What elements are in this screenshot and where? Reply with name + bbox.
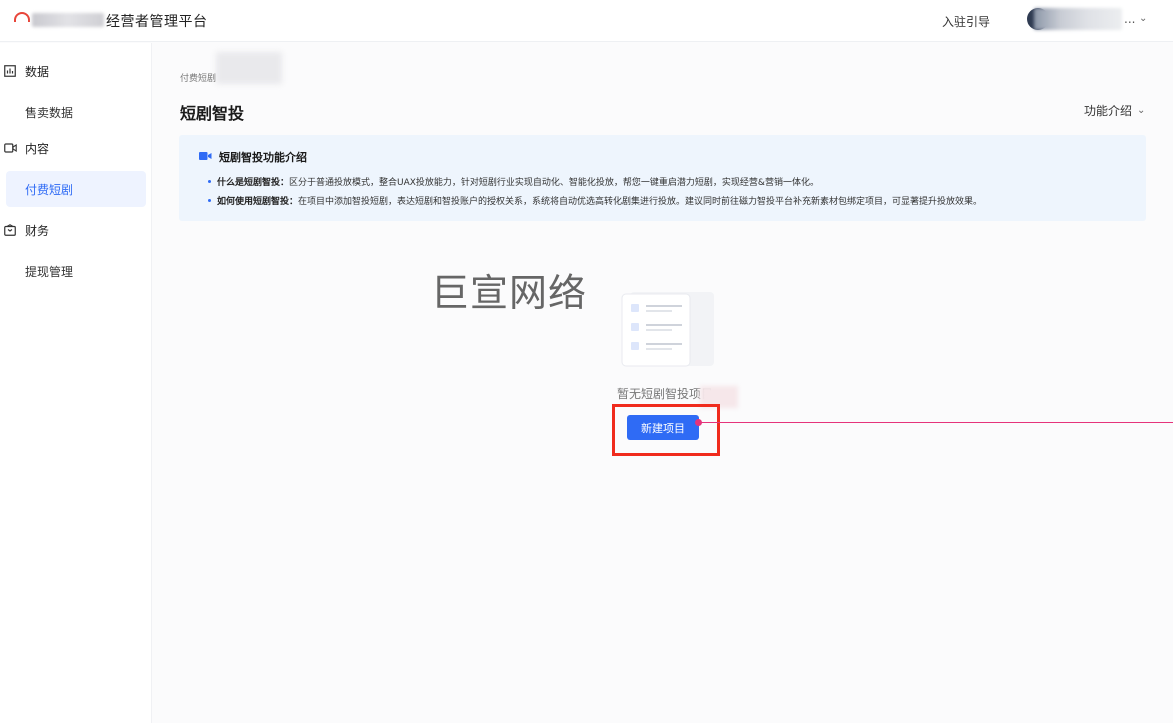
annotation-highlight-box: [612, 404, 720, 456]
video-camera-icon: [199, 151, 212, 164]
annotation-pointer-dot: [695, 419, 702, 426]
sidebar-group-label: 财务: [25, 223, 50, 238]
top-bar: 经营者管理平台 入驻引导 ... ⌄: [0, 0, 1173, 42]
notice-key: 什么是短剧智投：: [217, 178, 290, 188]
empty-state-text: 暂无短剧智投项目: [617, 387, 714, 401]
notice-line-how: 如何使用短剧智投：在项目中添加智投短剧，表达短剧和智投账户的授权关系，系统将自动…: [207, 194, 983, 207]
sidebar-group-label: 数据: [25, 64, 50, 79]
breadcrumb-redacted: [216, 52, 282, 84]
empty-state-illustration: [620, 290, 716, 370]
notice-text: 区分于普通投放模式，整合UAX投放能力，针对短剧行业实现自动化、智能化投放，帮您…: [289, 178, 819, 188]
brand-name-redacted: [32, 13, 104, 27]
sidebar-item-withdrawal[interactable]: 提现管理: [6, 253, 146, 289]
sidebar: 数据 售卖数据 内容 付费短剧 财务 提现管理: [0, 43, 152, 723]
user-ellipsis[interactable]: ...: [1124, 12, 1135, 26]
sidebar-group-content[interactable]: 内容: [0, 133, 152, 163]
brand-title: 经营者管理平台: [106, 14, 208, 30]
sidebar-group-label: 内容: [25, 141, 50, 156]
wallet-icon: [3, 223, 17, 237]
user-name-redacted[interactable]: [1034, 8, 1122, 30]
feature-intro-notice: 短剧智投功能介绍 什么是短剧智投：区分于普通投放模式，整合UAX投放能力，针对短…: [179, 135, 1146, 221]
annotation-pointer-line: [699, 422, 1173, 423]
chevron-down-icon: ⌄: [1137, 105, 1146, 116]
notice-header: 短剧智投功能介绍: [199, 149, 307, 165]
join-guide-link[interactable]: 入驻引导: [942, 13, 990, 30]
notice-line-what: 什么是短剧智投：区分于普通投放模式，整合UAX投放能力，针对短剧行业实现自动化、…: [208, 175, 819, 188]
sidebar-item-sales-data[interactable]: 售卖数据: [6, 94, 146, 130]
sidebar-item-paid-drama[interactable]: 付费短剧: [6, 171, 146, 207]
notice-text: 在项目中添加智投短剧，表达短剧和智投账户的授权关系，系统将自动优选高转化剧集进行…: [298, 197, 983, 207]
video-camera-icon: [3, 141, 17, 155]
notice-key: 如何使用短剧智投：: [217, 197, 299, 207]
function-intro-label: 功能介绍: [1084, 104, 1133, 118]
sidebar-group-finance[interactable]: 财务: [0, 215, 152, 245]
function-intro-toggle[interactable]: 功能介绍 ⌄: [1084, 102, 1145, 119]
chevron-down-icon[interactable]: ⌄: [1139, 13, 1147, 24]
page-title: 短剧智投: [180, 104, 245, 123]
brand-logo: [14, 12, 30, 22]
watermark-text: 巨宣网络: [431, 271, 588, 315]
notice-title: 短剧智投功能介绍: [219, 151, 307, 164]
breadcrumb[interactable]: 付费短剧: [180, 71, 216, 84]
bar-chart-icon: [3, 64, 17, 78]
sidebar-group-data[interactable]: 数据: [0, 56, 152, 86]
